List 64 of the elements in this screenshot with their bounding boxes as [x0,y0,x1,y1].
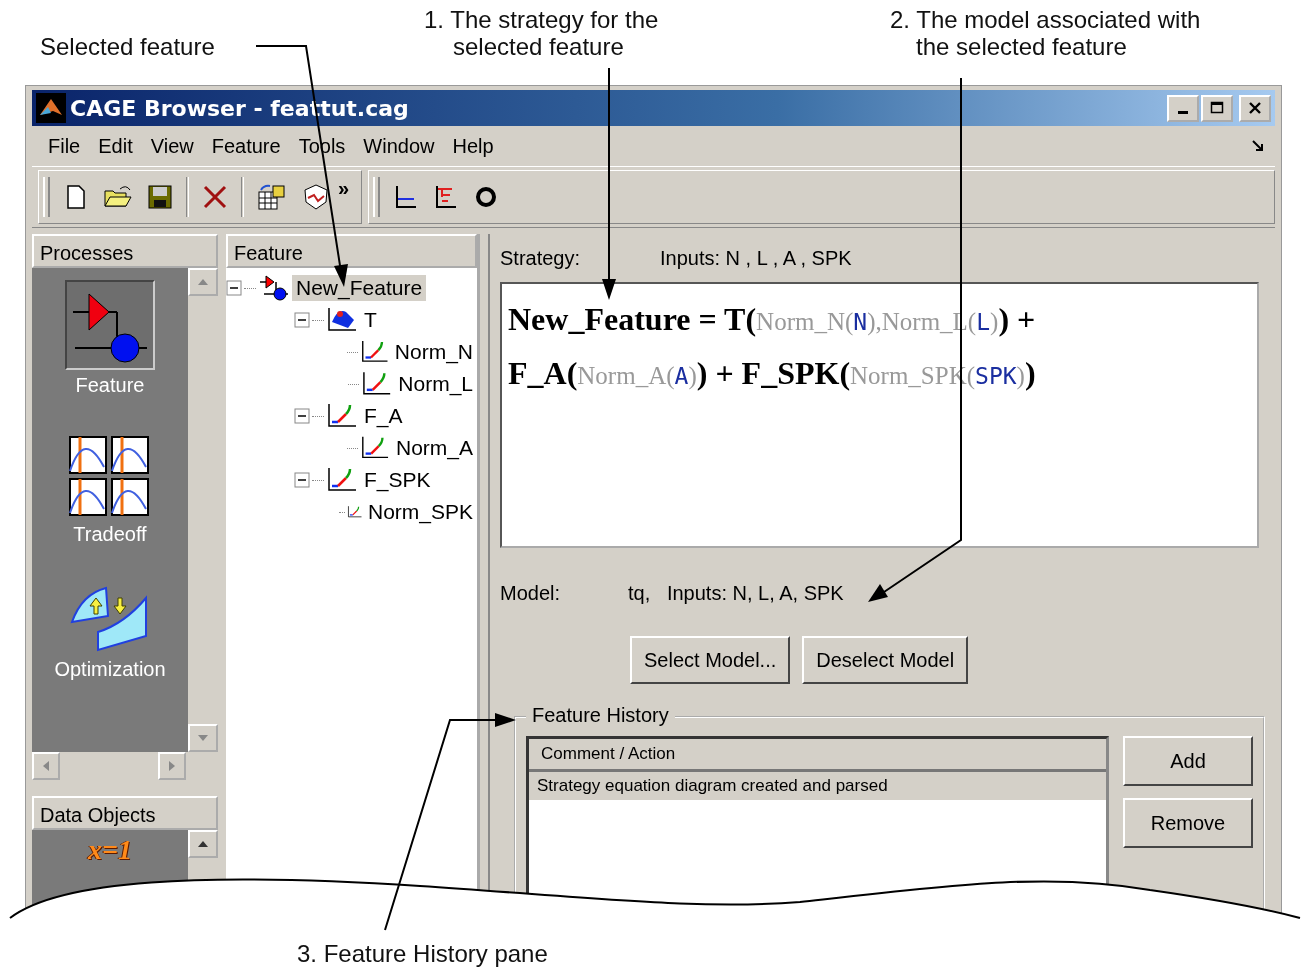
tree-item[interactable]: New_Feature [292,275,427,301]
vertical-scrollbar[interactable] [188,268,218,752]
maximize-button[interactable] [1201,94,1233,122]
model-label: Model: [500,581,562,605]
panel-header: Feature [226,234,477,268]
callout-label: Selected feature [40,33,215,60]
feature-block-icon [65,280,155,370]
left-arrow-icon [42,760,50,772]
maximize-icon [1210,101,1224,115]
up-arrow-icon [197,278,209,286]
menu-item[interactable]: Help [446,134,506,158]
minimize-icon [1178,110,1188,114]
close-icon [1248,101,1262,115]
process-item[interactable]: Feature [59,276,161,401]
right-arrow-icon [168,760,176,772]
callout-label: 3. Feature History pane [297,940,548,967]
callout-label: 1. The strategy for the selected feature [423,5,660,62]
down-arrow-icon [197,734,209,742]
app-logo-icon [36,93,66,123]
collapse-toggle-icon[interactable] [226,280,242,296]
feature-node-icon [258,274,290,302]
toolbar-grip[interactable] [43,177,50,217]
curve-node-icon [326,466,358,494]
toolbar-overflow[interactable]: » [338,177,350,200]
delete-icon[interactable] [201,183,229,211]
up-arrow-icon [197,840,209,848]
history-button[interactable]: Add [1123,736,1253,786]
close-button[interactable] [1239,94,1271,122]
menu-item[interactable]: Feature [205,134,293,158]
model-value: tq, Inputs: N, L, A, SPK [628,581,844,605]
menu-item[interactable]: Window [357,134,447,158]
tree-item[interactable]: F_SPK [360,467,435,493]
group-title: Feature History [526,704,675,727]
collapse-toggle-icon[interactable] [294,408,310,424]
column-header[interactable]: Comment / Action [529,739,1106,772]
tree-item[interactable]: F_A [360,403,407,429]
panel-header: Processes [32,234,218,268]
menu-item[interactable]: View [144,134,206,158]
tradeoff-graphs-icon [68,435,152,519]
history-button[interactable]: Remove [1123,798,1253,848]
toolbar-grip[interactable] [373,177,381,217]
curve-node-icon [326,402,358,430]
panel-header: Data Objects [32,796,218,830]
tree-item[interactable]: Norm_A [391,435,477,461]
collapse-toggle-icon[interactable] [294,472,310,488]
surface-node-icon [326,306,358,334]
strategy-inputs: Inputs: N , L , A , SPK [660,246,852,270]
menu-item[interactable]: Edit [92,134,145,158]
tree-item[interactable]: Norm_L [394,371,477,397]
minimize-button[interactable] [1167,94,1199,122]
strategy-label: Strategy: [500,246,582,270]
tree-item[interactable]: T [360,307,381,333]
process-item[interactable]: Optimization [48,580,172,685]
history-row[interactable]: Strategy equation diagram created and parsed [529,772,1106,800]
tree-item[interactable]: Norm_SPK [363,499,477,525]
collapse-toggle-icon[interactable] [294,312,310,328]
process-item[interactable]: Tradeoff [62,431,158,550]
dock-arrow-icon[interactable] [1251,139,1265,153]
callout-label: 2. The model associated with the selected feature [889,5,1202,62]
model-button[interactable]: Select Model... [630,636,791,684]
table-copy-icon[interactable] [256,182,288,212]
model-button[interactable]: Deselect Model [802,636,969,684]
tree-item[interactable]: Norm_N [390,339,477,365]
menu-item[interactable]: File [42,134,93,158]
